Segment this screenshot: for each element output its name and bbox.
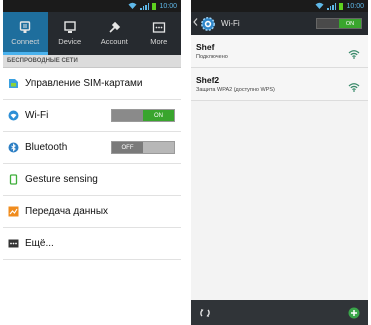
sim-card-icon — [8, 78, 19, 89]
row-label: Bluetooth — [25, 142, 68, 153]
tab-label: Connect — [11, 37, 40, 46]
page-title: Wi-Fi — [221, 19, 240, 28]
tab-connect[interactable]: Connect — [3, 12, 48, 55]
toggle-state: ON — [143, 110, 174, 121]
signal-icon — [327, 2, 337, 10]
status-time: 10:00 — [346, 2, 364, 10]
settings-gear-icon[interactable] — [199, 15, 217, 33]
network-item-shef2[interactable]: Shef2 Защита WPA2 (доступно WPS) — [191, 68, 368, 101]
more-options-item[interactable]: Ещё... — [3, 228, 181, 260]
connect-icon — [18, 21, 32, 34]
settings-list: Управление SIM-картами Wi-Fi ON Bluetoot… — [3, 68, 181, 260]
settings-screen: 10:00 Connect Device Account More БЕСПРО… — [3, 0, 181, 325]
wifi-status-icon — [315, 2, 324, 11]
row-label: Wi-Fi — [25, 110, 49, 121]
wifi-screen: 10:00 Wi-Fi ON Shef Подключено Shef2 Защ… — [191, 0, 368, 325]
status-bar: 10:00 — [191, 0, 368, 12]
tab-more[interactable]: More — [137, 12, 182, 55]
add-network-icon[interactable] — [348, 307, 360, 319]
settings-tabs: Connect Device Account More — [3, 12, 181, 55]
data-usage-item[interactable]: Передача данных — [3, 196, 181, 228]
row-label: Ещё... — [25, 238, 54, 249]
bluetooth-icon — [8, 142, 19, 153]
network-name: Shef2 — [196, 75, 220, 85]
toggle-state: ON — [339, 19, 361, 28]
status-time: 10:00 — [159, 2, 177, 10]
wifi-item[interactable]: Wi-Fi ON — [3, 100, 181, 132]
battery-icon — [339, 2, 344, 10]
signal-icon — [140, 2, 150, 10]
wifi-icon — [8, 110, 19, 121]
wifi-secured-signal-icon — [348, 79, 360, 92]
bluetooth-toggle[interactable]: OFF — [111, 141, 175, 154]
wifi-action-bar: Wi-Fi ON — [191, 12, 368, 35]
data-usage-icon — [8, 206, 19, 217]
section-header: БЕСПРОВОДНЫЕ СЕТИ — [3, 55, 181, 68]
refresh-icon[interactable] — [199, 307, 211, 319]
network-status: Подключено — [196, 54, 228, 60]
row-label: Gesture sensing — [25, 174, 98, 185]
more-icon — [152, 21, 166, 34]
wifi-toggle[interactable]: ON — [111, 109, 175, 122]
network-item-shef[interactable]: Shef Подключено — [191, 35, 368, 68]
sim-manager-item[interactable]: Управление SIM-картами — [3, 68, 181, 100]
gesture-icon — [8, 174, 19, 185]
toggle-state: OFF — [112, 142, 143, 153]
tab-label: Device — [58, 37, 82, 46]
network-status: Защита WPA2 (доступно WPS) — [196, 87, 275, 93]
row-label: Управление SIM-картами — [25, 78, 143, 89]
wifi-status-icon — [128, 2, 137, 11]
battery-icon — [152, 2, 157, 10]
tab-device[interactable]: Device — [48, 12, 93, 55]
bluetooth-item[interactable]: Bluetooth OFF — [3, 132, 181, 164]
bottom-action-bar — [191, 300, 368, 325]
gesture-sensing-item[interactable]: Gesture sensing — [3, 164, 181, 196]
status-bar: 10:00 — [3, 0, 181, 12]
account-icon — [107, 21, 121, 34]
device-icon — [63, 21, 77, 34]
tab-account[interactable]: Account — [92, 12, 137, 55]
row-label: Передача данных — [25, 206, 109, 217]
wifi-signal-icon — [348, 46, 360, 59]
more-options-icon — [8, 238, 19, 249]
tab-label: More — [150, 37, 168, 46]
network-name: Shef — [196, 42, 215, 52]
tab-label: Account — [100, 37, 128, 46]
wifi-master-toggle[interactable]: ON — [316, 18, 362, 29]
